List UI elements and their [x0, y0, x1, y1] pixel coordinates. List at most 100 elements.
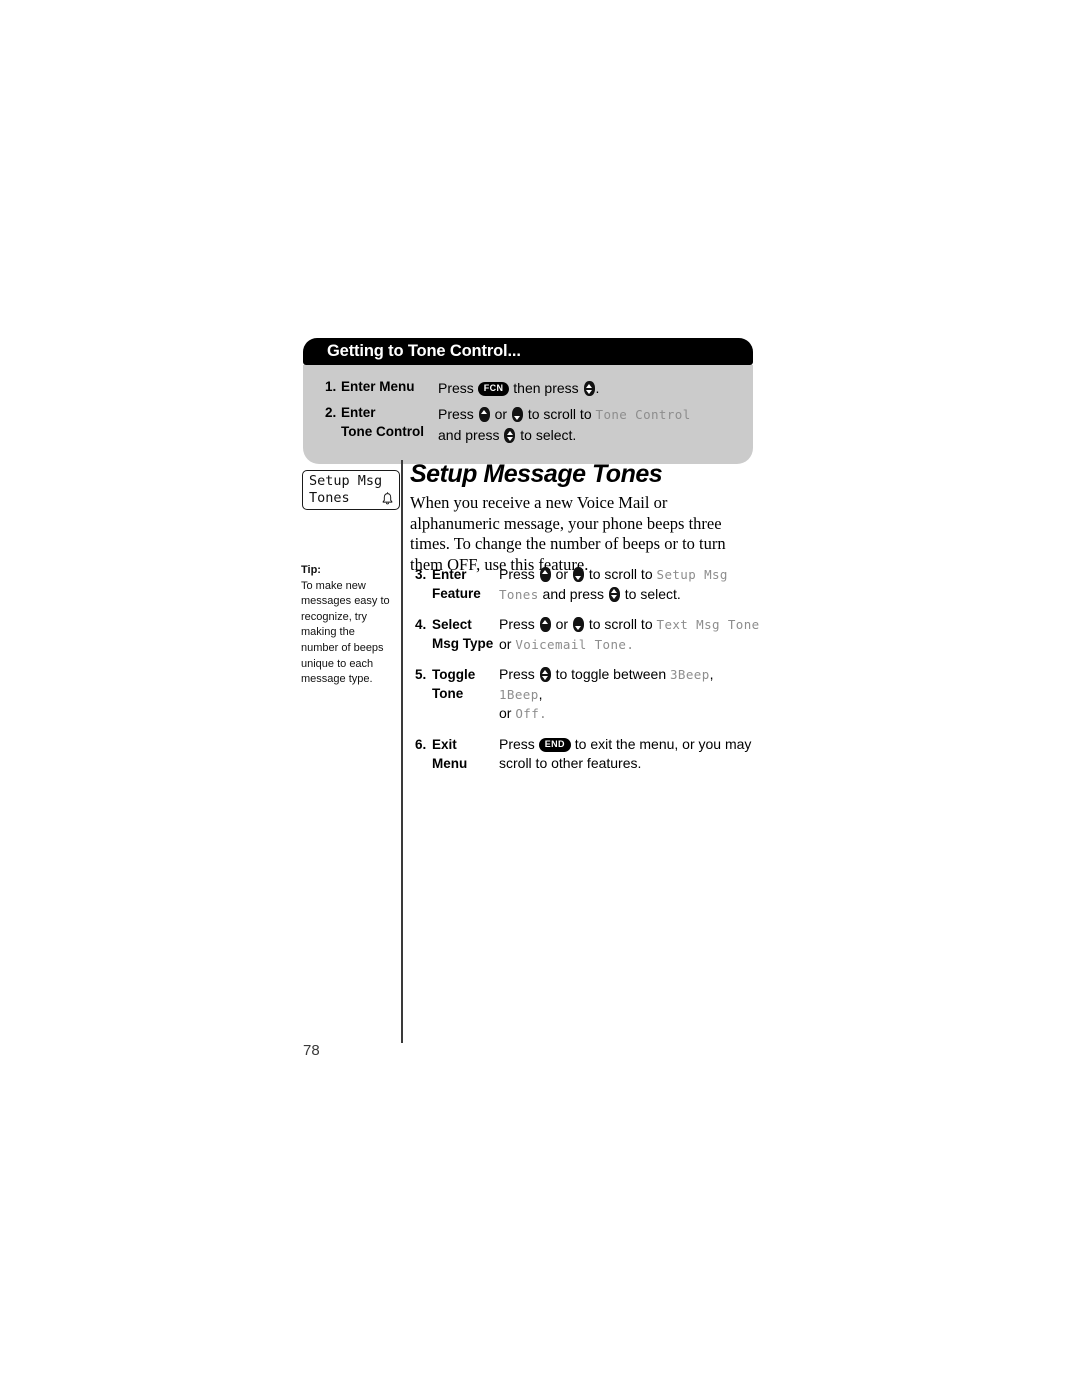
instruction-steps: 3. Enter Feature Press or to scroll to Se…: [415, 565, 760, 785]
step-5-title-line2: Tone: [432, 686, 464, 701]
column-divider: [401, 460, 403, 1043]
select-key-icon: [539, 667, 551, 682]
lcd-setup-msg: Setup Msg: [656, 567, 728, 582]
step-4: 4. Select Msg Type Press or to scroll to …: [415, 615, 760, 654]
tip-block: Tip: To make new messages easy to recogn…: [301, 563, 393, 688]
exit-menu-words: to exit the menu, or you may: [574, 735, 752, 752]
article-body-text: When you receive a new Voice Mail or alp…: [410, 493, 726, 574]
step-3-label: 3. Enter Feature: [415, 565, 499, 604]
lcd-1beep: 1Beep: [499, 686, 539, 702]
step-4-description: Press or to scroll to Text Msg Tone or V…: [499, 615, 760, 654]
callout-step-1-title: Enter Menu: [341, 379, 415, 394]
or-word: or: [499, 635, 512, 652]
fcn-key-icon: FCN: [477, 382, 510, 396]
and-press-words: and press: [438, 427, 500, 443]
step-6-title-text: Exit: [432, 736, 457, 752]
step-4-label: 4. Select Msg Type: [415, 615, 499, 654]
callout-step-1: 1. Enter Menu Press FCN then press .: [303, 375, 753, 401]
to-select-words: to select.: [520, 427, 577, 443]
article: Setup Message Tones When you receive a n…: [410, 460, 758, 575]
callout-step-2-title-line2: Tone Control: [341, 423, 424, 439]
step-4-number: 4.: [415, 617, 427, 632]
lcd-voicemail-tone: Voicemail Tone: [515, 636, 627, 652]
step-4-title-line1: 4. Select: [415, 615, 499, 634]
callout-step-2-number: 2.: [325, 405, 337, 420]
scroll-down-key-icon: [572, 567, 584, 582]
page-title: Setup Message Tones: [410, 460, 663, 488]
manual-page: Getting to Tone Control... 1. Enter Menu…: [0, 0, 1080, 1397]
step-3-title-text: Enter: [432, 567, 467, 582]
step-5-title-line1: 5. Toggle: [415, 665, 499, 684]
scroll-up-key-icon: [539, 617, 551, 632]
period: .: [539, 706, 548, 721]
step-6-title-line2: Menu: [432, 755, 468, 771]
press-word: Press: [499, 616, 535, 632]
callout-body: 1. Enter Menu Press FCN then press . 2. …: [303, 365, 753, 464]
step-6-title-line1: 6. Exit: [415, 735, 499, 754]
callout-step-2-title-line1: Enter: [341, 405, 376, 420]
step-5-number: 5.: [415, 667, 427, 682]
step-6-label: 6. Exit Menu: [415, 735, 499, 774]
scroll-up-key-icon: [539, 567, 551, 582]
callout-header-title: Getting to Tone Control...: [327, 342, 521, 360]
or-word: or: [555, 566, 569, 582]
step-3: 3. Enter Feature Press or to scroll to Se…: [415, 565, 760, 604]
step-4-title-text: Select: [432, 617, 472, 632]
select-key-icon: [583, 381, 595, 396]
step-3-description: Press or to scroll to Setup Msg Tones an…: [499, 565, 760, 604]
page-number: 78: [303, 1042, 320, 1059]
and-press-words: and press: [542, 585, 605, 602]
phone-display-line-2-row: Tones: [309, 490, 394, 507]
scroll-up-key-icon: [478, 407, 490, 422]
step-5: 5. Toggle Tone Press to toggle between 3B…: [415, 665, 760, 724]
press-word: Press: [499, 735, 535, 752]
phone-display: Setup Msg Tones: [302, 470, 400, 510]
comma: ,: [538, 685, 543, 702]
or-word: or: [499, 705, 512, 721]
to-select-words: to select.: [624, 585, 681, 602]
scroll-to-words: to scroll to: [527, 406, 592, 422]
press-word: Press: [438, 380, 474, 396]
lcd-tone-control: Tone Control: [595, 407, 691, 422]
press-word: Press: [499, 666, 535, 682]
period: .: [595, 380, 600, 396]
getting-to-callout: Getting to Tone Control... 1. Enter Menu…: [303, 338, 753, 464]
callout-header: Getting to Tone Control...: [303, 338, 753, 365]
select-key-icon: [608, 586, 620, 602]
scroll-to-words: to scroll to: [588, 616, 653, 632]
end-key-icon: END: [538, 737, 571, 752]
lcd-off: Off: [515, 706, 540, 721]
press-word: Press: [438, 406, 474, 422]
lcd-3beep: 3Beep: [670, 667, 710, 682]
step-6-number: 6.: [415, 736, 427, 752]
phone-display-line-1: Setup Msg: [309, 473, 383, 489]
callout-step-2-label: 2. Enter Tone Control: [303, 404, 438, 445]
step-3-number: 3.: [415, 567, 427, 582]
step-3-title-line1: 3. Enter: [415, 565, 499, 584]
tip-label: Tip:: [301, 564, 321, 576]
step-5-description: Press to toggle between 3Beep, 1Beep, or…: [499, 665, 760, 724]
step-6: 6. Exit Menu Press END to exit the menu, …: [415, 735, 760, 774]
step-5-label: 5. Toggle Tone: [415, 665, 499, 724]
step-6-description-line2: scroll to other features.: [499, 755, 642, 771]
comma: ,: [709, 666, 714, 682]
scroll-to-words: to scroll to: [588, 566, 653, 582]
callout-step-1-description: Press FCN then press .: [438, 378, 753, 398]
or-word: or: [555, 616, 569, 632]
period: .: [626, 636, 635, 652]
step-5-title-text: Toggle: [432, 667, 476, 682]
callout-step-2-description: Press or to scroll to Tone Control and p…: [438, 404, 753, 445]
then-press-words: then press: [513, 380, 579, 396]
select-key-icon: [504, 428, 516, 443]
step-4-title-line2: Msg Type: [432, 636, 494, 651]
lcd-tones: Tones: [499, 586, 539, 602]
step-6-description: Press END to exit the menu, or you may s…: [499, 735, 760, 774]
tip-text: To make new messages easy to recognize, …: [301, 579, 390, 686]
lcd-text-msg-tone: Text Msg Tone: [656, 617, 760, 632]
callout-step-1-label: 1. Enter Menu: [303, 378, 438, 398]
toggle-between-words: to toggle between: [555, 666, 667, 682]
bell-icon: [381, 492, 394, 505]
scroll-down-key-icon: [572, 617, 584, 632]
scroll-down-key-icon: [511, 407, 523, 422]
step-3-title-line2: Feature: [432, 586, 481, 601]
